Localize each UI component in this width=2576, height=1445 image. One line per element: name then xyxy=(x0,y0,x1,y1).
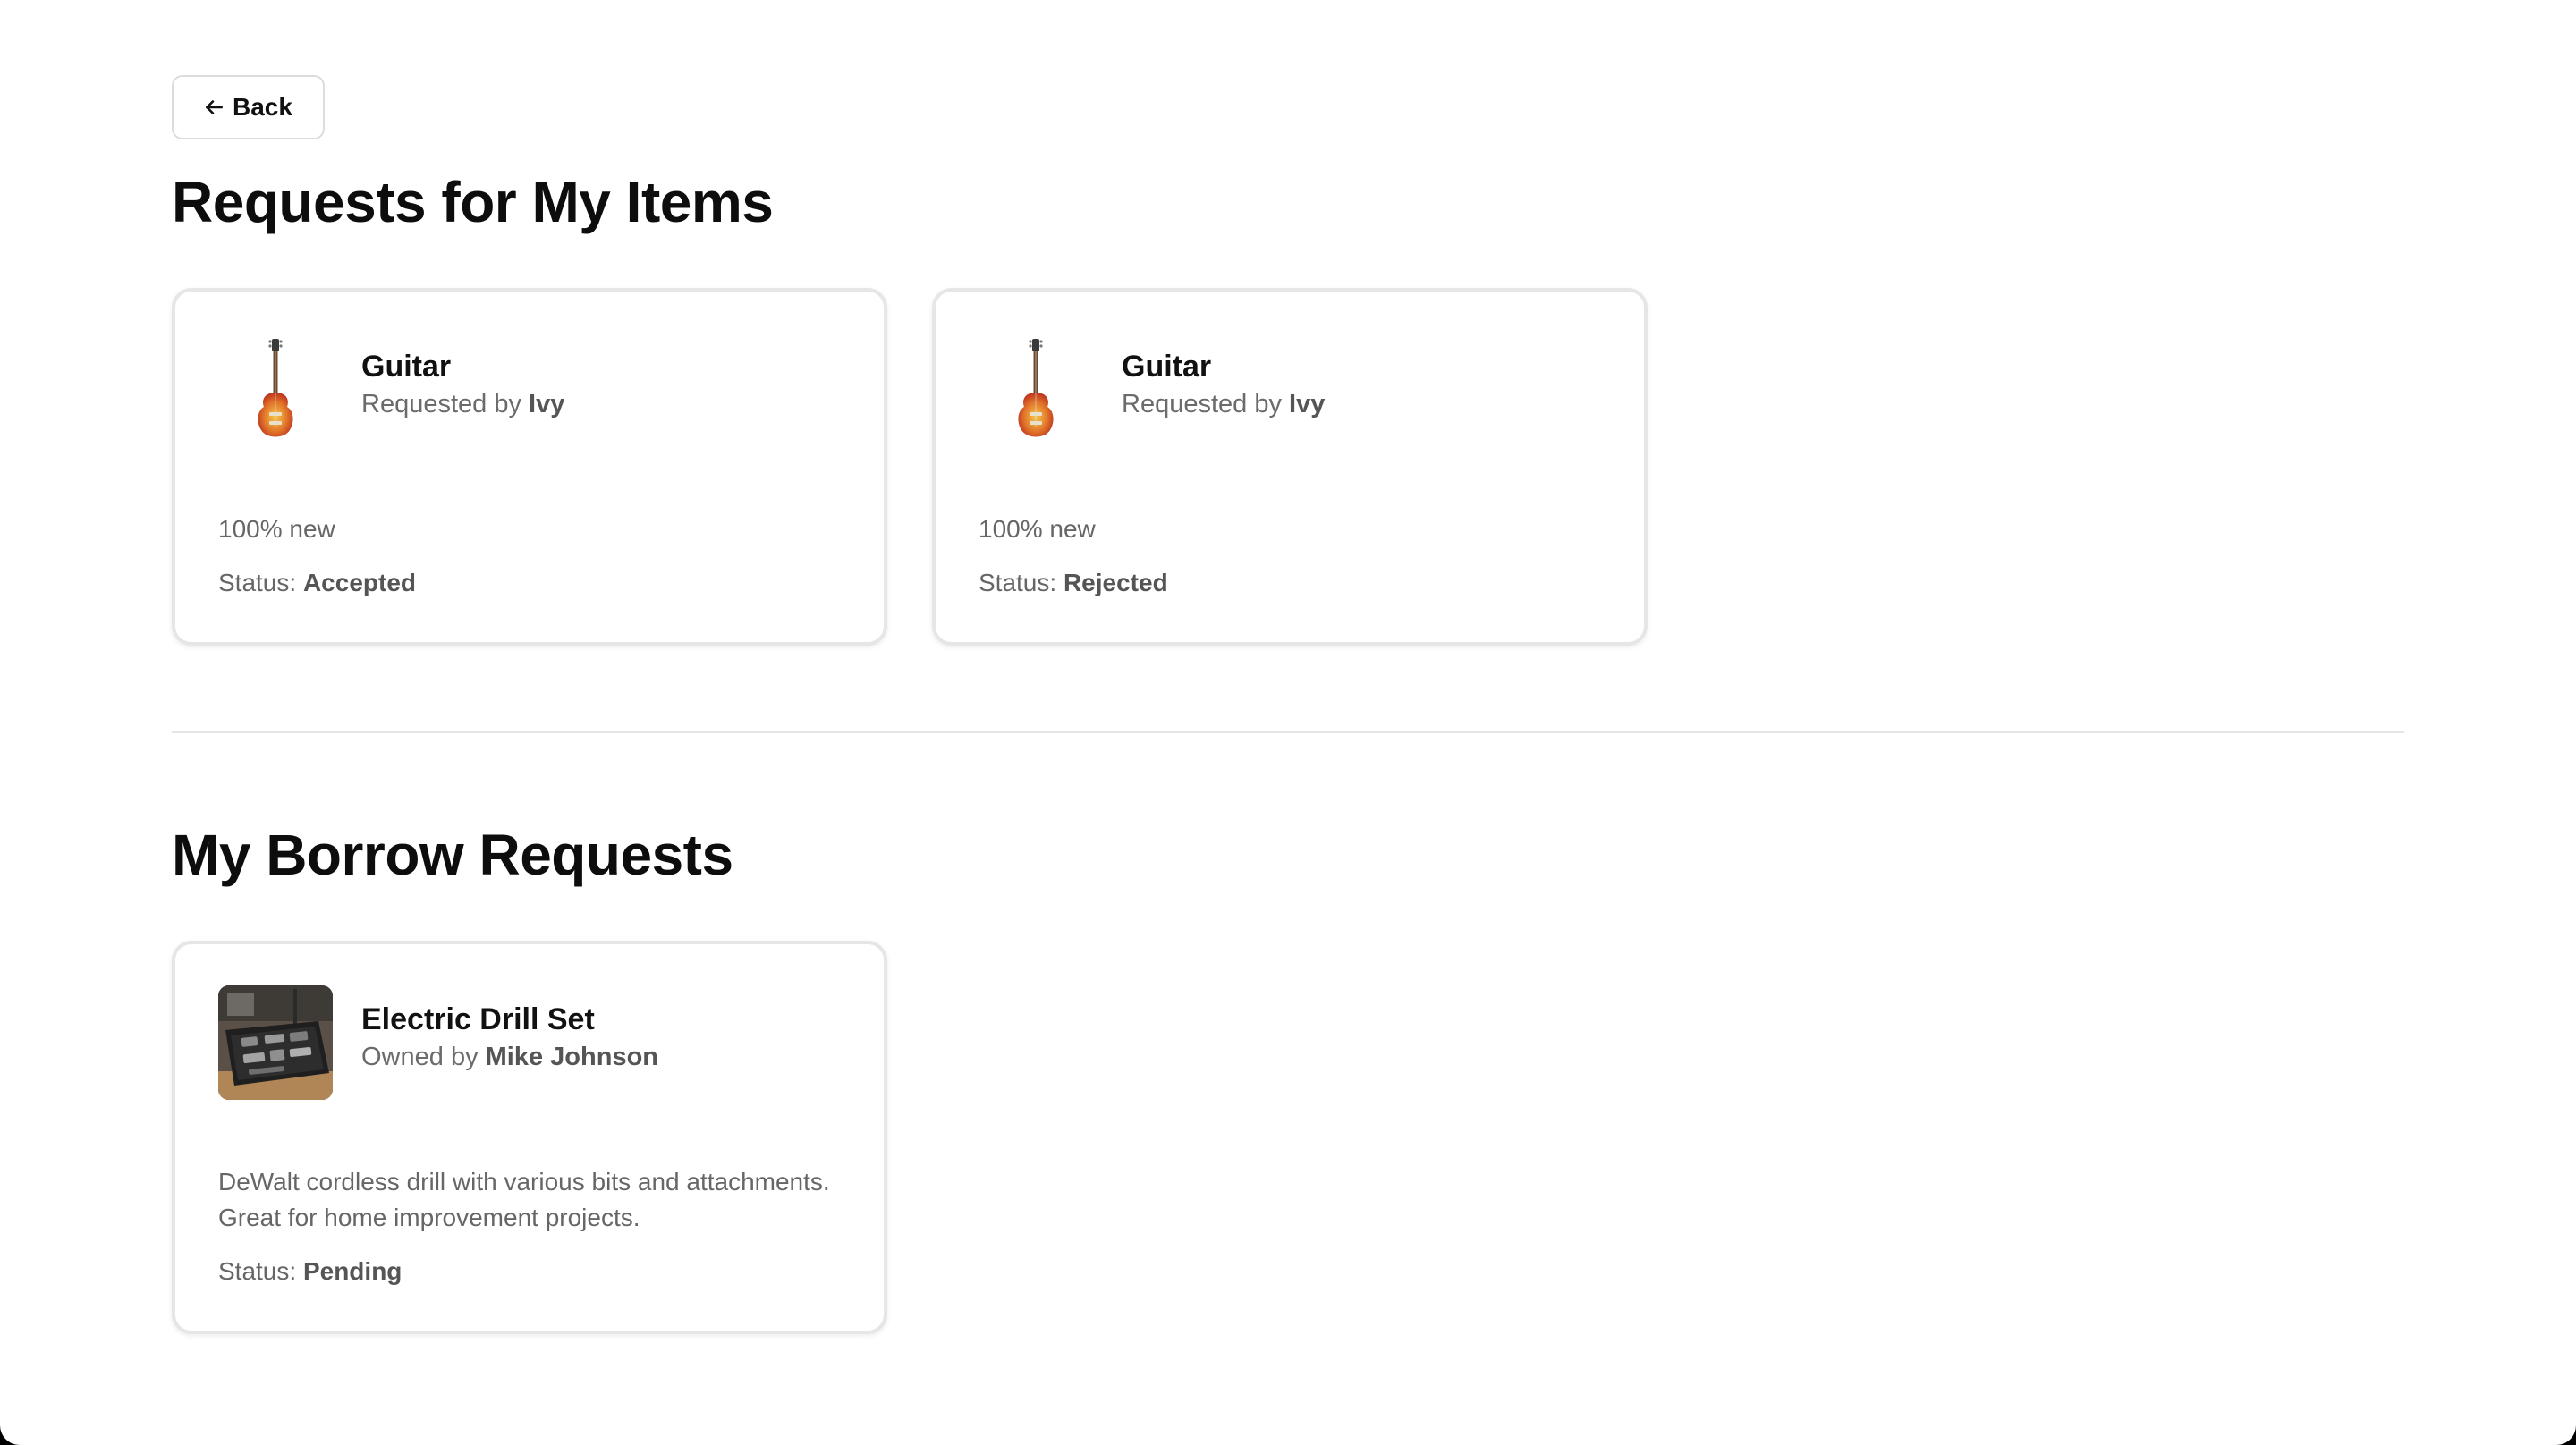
card-titles: Guitar Requested by Ivy xyxy=(361,333,564,420)
back-button-label: Back xyxy=(233,93,292,121)
request-card[interactable]: Guitar Requested by Ivy 100% new Status:… xyxy=(932,288,1648,646)
requester-prefix: Requested by xyxy=(361,390,521,419)
drill-set-photo xyxy=(218,985,333,1100)
card-header: Guitar Requested by Ivy xyxy=(979,333,1601,447)
owner-prefix: Owned by xyxy=(361,1043,479,1072)
item-name: Guitar xyxy=(1122,350,1212,384)
borrow-requests-list: Electric Drill Set Owned by Mike Johnson… xyxy=(172,941,2404,1334)
requester-line: Requested by Ivy xyxy=(1122,389,1325,420)
requester-prefix: Requested by xyxy=(1122,390,1282,419)
app-page: Back Requests for My Items Guitar Reques… xyxy=(0,0,2576,1445)
item-name: Electric Drill Set xyxy=(361,1002,595,1036)
owner-name: Mike Johnson xyxy=(485,1043,658,1072)
main-content: Back Requests for My Items Guitar Reques… xyxy=(172,75,2404,1334)
arrow-left-icon xyxy=(206,100,223,114)
item-description: 100% new xyxy=(979,515,1096,543)
requester-name: Ivy xyxy=(529,390,565,419)
status-prefix: Status: xyxy=(218,569,297,596)
request-card[interactable]: Guitar Requested by Ivy 100% new Status:… xyxy=(172,288,887,646)
guitar-icon xyxy=(979,333,1093,447)
item-name: Guitar xyxy=(361,350,452,384)
status-badge: Pending xyxy=(302,1257,402,1285)
borrow-request-card[interactable]: Electric Drill Set Owned by Mike Johnson… xyxy=(172,941,887,1334)
status-line: Status: Pending xyxy=(218,1257,841,1286)
guitar-icon xyxy=(218,333,333,447)
card-header: Guitar Requested by Ivy xyxy=(218,333,841,447)
status-prefix: Status: xyxy=(979,569,1057,596)
section-divider xyxy=(172,731,2404,733)
back-button[interactable]: Back xyxy=(172,75,325,139)
incoming-requests-list: Guitar Requested by Ivy 100% new Status:… xyxy=(172,288,2404,646)
item-description: 100% new xyxy=(218,515,335,543)
section-title-requests-for-my-items: Requests for My Items xyxy=(172,170,774,234)
card-titles: Guitar Requested by Ivy xyxy=(1122,333,1325,420)
status-badge: Accepted xyxy=(302,569,416,596)
section-title-my-borrow-requests: My Borrow Requests xyxy=(172,823,733,887)
owner-line: Owned by Mike Johnson xyxy=(361,1042,658,1073)
card-titles: Electric Drill Set Owned by Mike Johnson xyxy=(361,985,658,1073)
status-line: Status: Rejected xyxy=(979,569,1601,597)
item-description: DeWalt cordless drill with various bits … xyxy=(218,1168,830,1231)
status-badge: Rejected xyxy=(1063,569,1168,596)
status-prefix: Status: xyxy=(218,1257,297,1285)
card-header: Electric Drill Set Owned by Mike Johnson xyxy=(218,985,841,1100)
requester-name: Ivy xyxy=(1289,390,1326,419)
status-line: Status: Accepted xyxy=(218,569,841,597)
requester-line: Requested by Ivy xyxy=(361,389,564,420)
